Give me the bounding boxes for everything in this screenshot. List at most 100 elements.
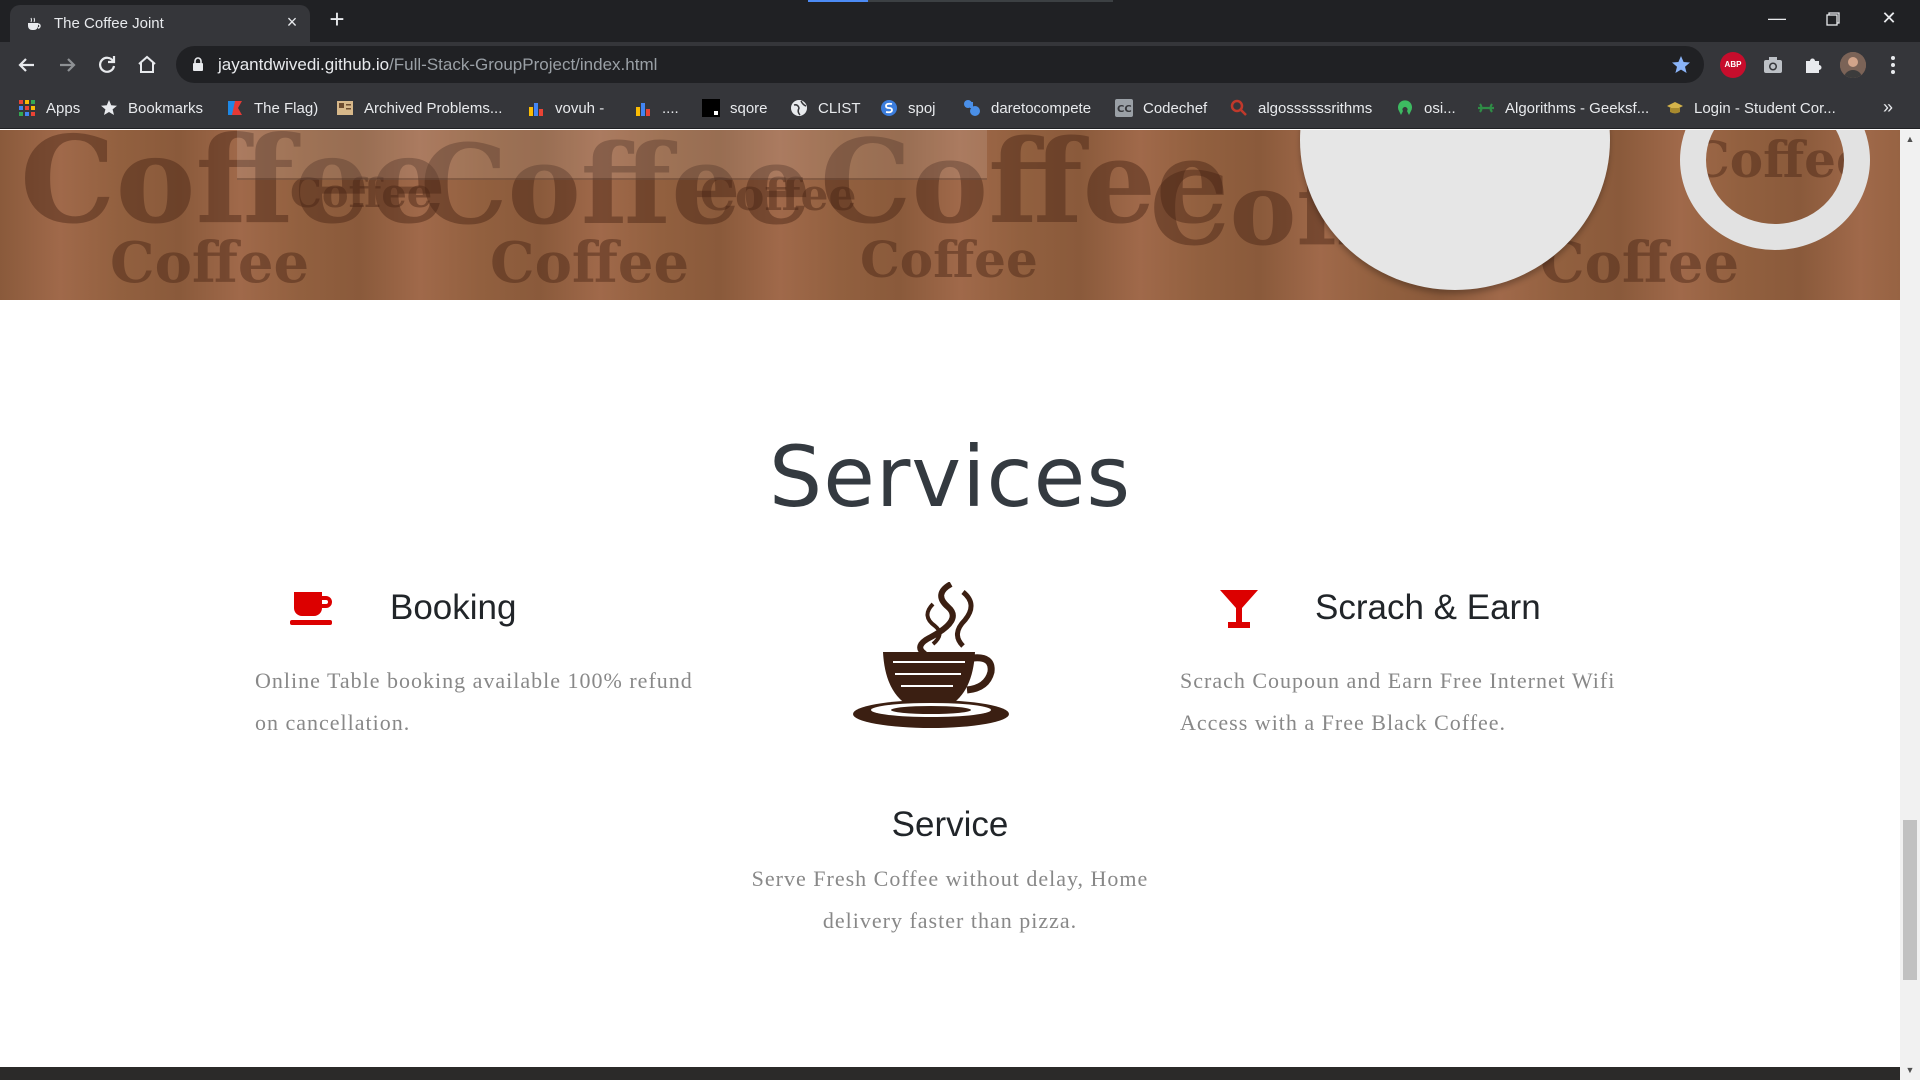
cocktail-glass-icon xyxy=(1220,590,1258,628)
url-path: /Full-Stack-GroupProject/index.html xyxy=(389,55,658,74)
tab-close-icon[interactable]: × xyxy=(282,12,302,32)
search-icon xyxy=(1230,99,1247,116)
adblock-icon[interactable]: ABP xyxy=(1720,52,1746,78)
service-title-scrach-earn: Scrach & Earn xyxy=(1315,588,1541,627)
bookmark-label: CLIST xyxy=(818,99,861,117)
bookmark-label: The Flag) xyxy=(254,99,319,117)
description-line: on cancellation. xyxy=(255,710,411,735)
bookmark-vovuh[interactable]: vovuh - xyxy=(527,87,604,129)
browser-tab[interactable]: The Coffee Joint × xyxy=(10,5,310,42)
back-arrow-icon[interactable] xyxy=(12,50,42,80)
service-description-service: Serve Fresh Coffee without delay, Home d… xyxy=(0,858,1900,942)
steaming-coffee-cup-icon xyxy=(853,582,1009,728)
description-line: Scrach Coupoun and Earn Free Internet Wi… xyxy=(1180,668,1616,693)
extensions-puzzle-icon[interactable] xyxy=(1800,52,1826,78)
profile-avatar[interactable] xyxy=(1840,52,1866,78)
bookmark-label: Archived Problems... xyxy=(364,99,503,117)
browser-toolbar: jayantdwivedi.github.io/Full-Stack-Group… xyxy=(0,42,1920,87)
svg-text:CC: CC xyxy=(1117,104,1132,115)
dtc-icon xyxy=(964,100,980,116)
osi-icon xyxy=(1398,100,1412,115)
spoj-icon xyxy=(881,100,897,116)
scroll-thumb[interactable] xyxy=(1903,820,1917,980)
url-text[interactable]: jayantdwivedi.github.io/Full-Stack-Group… xyxy=(218,55,657,75)
home-icon[interactable] xyxy=(132,50,162,80)
hero-word: Coffee xyxy=(860,230,1038,289)
services-title: Services xyxy=(768,428,1132,526)
close-window-icon[interactable]: ✕ xyxy=(1874,6,1904,32)
bookmark-label: sqore xyxy=(730,99,768,117)
bookmark-label: .... xyxy=(662,99,679,117)
minimize-icon[interactable]: — xyxy=(1762,6,1792,32)
square-icon xyxy=(702,99,720,117)
progress-track xyxy=(868,0,1113,2)
bookmark-the-flag[interactable]: The Flag) xyxy=(226,87,318,129)
footer-edge xyxy=(0,1067,1900,1080)
forward-arrow-icon[interactable] xyxy=(52,50,82,80)
progress-indicator xyxy=(808,0,868,2)
menu-kebab-icon[interactable] xyxy=(1880,52,1906,78)
bookmark-label: Codechef xyxy=(1143,99,1208,117)
bookmark-label: Apps xyxy=(46,99,81,117)
bookmark-bookmarks[interactable]: Bookmarks xyxy=(100,87,203,129)
hat-icon xyxy=(1667,102,1683,114)
service-title-service: Service xyxy=(891,805,1009,844)
bookmark-sqore[interactable]: sqore xyxy=(702,87,768,129)
hero-banner: Coffee Coffee Coffee Coffee Coffee Coffe… xyxy=(0,130,1900,300)
hero-word: Coffee xyxy=(110,230,310,296)
bookmarks-overflow-icon[interactable]: » xyxy=(1883,97,1893,118)
apps-grid-icon xyxy=(19,100,35,116)
bookmark-login-student[interactable]: Login - Student Cor... xyxy=(1666,87,1836,129)
bookmark-archived-problems[interactable]: Archived Problems... xyxy=(336,87,502,129)
bookmark-label: vovuh - xyxy=(555,99,605,117)
coffee-favicon-icon xyxy=(28,17,41,30)
bookmark-clist[interactable]: CLIST xyxy=(790,87,861,129)
description-line: Online Table booking available 100% refu… xyxy=(255,668,693,693)
bookmark-codechef[interactable]: CC Codechef xyxy=(1115,87,1207,129)
bookmark-daretocompete[interactable]: daretocompete xyxy=(963,87,1091,129)
bookmark-label: daretocompete xyxy=(991,99,1092,117)
description-line: Serve Fresh Coffee without delay, Home xyxy=(751,866,1149,891)
address-bar[interactable]: jayantdwivedi.github.io/Full-Stack-Group… xyxy=(176,46,1704,83)
bookmark-label: Login - Student Cor... xyxy=(1694,99,1836,117)
bookmark-label: Bookmarks xyxy=(128,99,204,117)
flag-icon xyxy=(228,101,242,115)
bookmark-label: algossssssrithms xyxy=(1258,99,1373,117)
description-line: delivery faster than pizza. xyxy=(822,908,1078,933)
scroll-up-arrow-icon[interactable]: ▲ xyxy=(1905,134,1915,144)
bookmark-label: osi... xyxy=(1424,99,1456,117)
restore-icon[interactable] xyxy=(1818,6,1848,32)
reload-icon[interactable] xyxy=(92,50,122,80)
bookmark-osi[interactable]: osi... xyxy=(1396,87,1456,129)
lock-icon[interactable] xyxy=(192,57,204,71)
tab-title: The Coffee Joint xyxy=(54,15,164,32)
bookmarks-bar: Apps Bookmarks The Flag) Archived Proble… xyxy=(0,87,1920,129)
page-scrollbar[interactable]: ▲ ▼ xyxy=(1900,130,1920,1080)
description-line: Access with a Free Black Coffee. xyxy=(1180,710,1507,735)
bookmark-star-icon[interactable] xyxy=(1670,54,1692,76)
service-title-booking: Booking xyxy=(390,588,517,627)
service-description-scrach-earn: Scrach Coupoun and Earn Free Internet Wi… xyxy=(1180,660,1700,744)
bookmark-spoj[interactable]: spoj xyxy=(880,87,936,129)
new-tab-button[interactable]: + xyxy=(325,6,349,32)
bookmark-label: Algorithms - Geeksf... xyxy=(1505,99,1650,117)
bar-chart-icon xyxy=(636,103,650,116)
bookmark-dots[interactable]: .... xyxy=(634,87,679,129)
bookmark-apps[interactable]: Apps xyxy=(18,87,80,129)
globe-icon xyxy=(791,100,807,116)
avatar-icon xyxy=(1840,52,1866,78)
hero-overlay-box xyxy=(237,130,987,180)
bookmark-algorithms[interactable]: algossssssrithms xyxy=(1230,87,1372,129)
scroll-down-arrow-icon[interactable]: ▼ xyxy=(1905,1065,1915,1075)
url-host: jayantdwivedi.github.io xyxy=(218,55,390,74)
page-viewport: Coffee Coffee Coffee Coffee Coffee Coffe… xyxy=(0,130,1920,1080)
tab-strip: The Coffee Joint × + — ✕ xyxy=(0,0,1920,42)
bookmark-geeksforgeeks[interactable]: Algorithms - Geeksf... xyxy=(1477,87,1649,129)
camera-icon[interactable] xyxy=(1760,52,1786,78)
archive-icon xyxy=(337,101,353,115)
bar-chart-icon xyxy=(529,103,543,116)
hero-word: Coffee xyxy=(490,230,690,296)
adblock-label: ABP xyxy=(1724,60,1742,69)
gfg-icon xyxy=(1478,103,1494,113)
bookmark-label: spoj xyxy=(908,99,936,117)
